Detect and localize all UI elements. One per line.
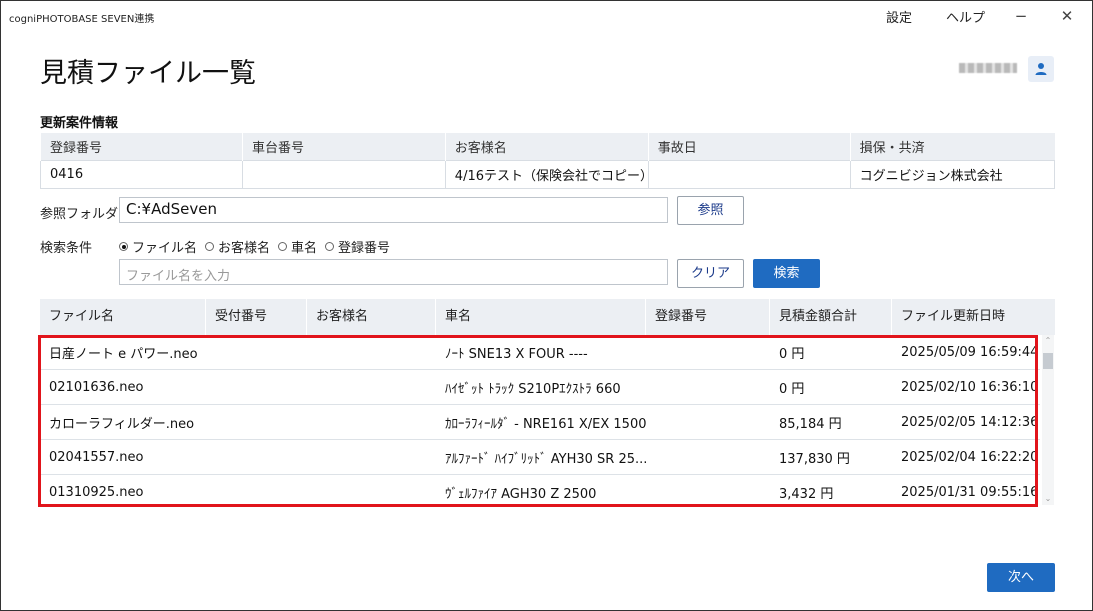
user-button[interactable] (1028, 56, 1054, 82)
case-info-value (647, 160, 851, 189)
grid-scrollbar[interactable]: ⌃ ⌄ (1042, 335, 1054, 505)
menu-settings[interactable]: 設定 (886, 7, 912, 26)
column-header-car-name[interactable]: 車名 (436, 299, 646, 335)
radio-label: お客様名 (218, 241, 271, 256)
search-input[interactable]: ファイル名を入力 (119, 259, 668, 285)
file-grid-body: 日産ノート e パワー.neo ﾉｰﾄ SNE13 X FOUR ---- 0 … (40, 335, 1040, 507)
column-header-registration-number[interactable]: 登録番号 (646, 299, 770, 335)
scroll-down-icon[interactable]: ⌄ (1042, 493, 1054, 505)
browse-button[interactable]: 参照 (677, 196, 744, 225)
radio-label: ファイル名 (132, 241, 198, 256)
folder-path-field[interactable]: C:¥AdSeven (119, 197, 668, 223)
radio-file-name[interactable]: ファイル名 (119, 237, 197, 256)
search-button[interactable]: 検索 (753, 259, 820, 288)
cell-estimate-total: 0 円 (779, 346, 805, 362)
cell-car-name: ｶﾛｰﾗﾌｨｰﾙﾀﾞ - NRE161 X/EX 1500 (445, 416, 646, 432)
table-row[interactable]: 01310925.neo ｳﾞｪﾙﾌｧｲｱ AGH30 Z 2500 3,432… (40, 475, 1040, 507)
search-condition-label: 検索条件 (40, 241, 93, 256)
radio-unchecked-icon (325, 242, 335, 251)
radio-label: 車名 (291, 241, 318, 256)
cell-estimate-total: 85,184 円 (779, 416, 842, 432)
column-header-file-name[interactable]: ファイル名 (40, 299, 206, 335)
radio-registration-number[interactable]: 登録番号 (325, 237, 390, 256)
case-info-header-row: 登録番号 車台番号 お客様名 事故日 損保・共済 (40, 133, 1055, 161)
case-info-value: 4/16テスト（保険会社でコピー） (444, 160, 653, 189)
cell-estimate-total: 3,432 円 (779, 486, 834, 502)
cell-file-name: 02041557.neo (49, 449, 144, 465)
user-name: ■■■■ (959, 63, 1017, 73)
cell-car-name: ﾉｰﾄ SNE13 X FOUR ---- (445, 346, 588, 362)
cell-updated-at: 2025/01/31 09:55:16 (901, 484, 1039, 500)
case-info-header: 損保・共済 (849, 133, 1055, 161)
table-row[interactable]: 日産ノート e パワー.neo ﾉｰﾄ SNE13 X FOUR ---- 0 … (40, 335, 1040, 370)
column-header-updated-at[interactable]: ファイル更新日時 (892, 299, 1055, 335)
user-icon (1035, 63, 1047, 75)
scroll-up-icon[interactable]: ⌃ (1042, 335, 1054, 347)
app-window: cogniPHOTOBASE SEVEN連携 設定 ヘルプ − ✕ 見積ファイル… (0, 0, 1093, 611)
cell-car-name: ｳﾞｪﾙﾌｧｲｱ AGH30 Z 2500 (445, 486, 597, 502)
cell-updated-at: 2025/02/10 16:36:10 (901, 379, 1039, 395)
case-info-value (241, 160, 446, 189)
cell-updated-at: 2025/02/04 16:22:20 (901, 449, 1039, 465)
radio-label: 登録番号 (338, 241, 391, 256)
next-button[interactable]: 次へ (987, 563, 1055, 592)
cell-file-name: 日産ノート e パワー.neo (49, 346, 198, 362)
menu-help[interactable]: ヘルプ (946, 7, 985, 26)
column-header-reception-number[interactable]: 受付番号 (206, 299, 307, 335)
case-info-title: 更新案件情報 (40, 116, 119, 131)
cell-car-name: ﾊｲｾﾞｯﾄ ﾄﾗｯｸ S210Pｴｸｽﾄﾗ 660 (445, 381, 621, 397)
cell-file-name: カローラフィルダー.neo (49, 416, 195, 432)
radio-unchecked-icon (205, 242, 215, 251)
cell-car-name: ｱﾙﾌｧｰﾄﾞ ﾊｲﾌﾞﾘｯﾄﾞ AYH30 SR 25... (445, 451, 646, 467)
folder-label: 参照フォルダ (40, 207, 119, 222)
minimize-button[interactable]: − (1009, 5, 1033, 27)
close-button[interactable]: ✕ (1055, 5, 1079, 27)
cell-updated-at: 2025/02/05 14:12:36 (901, 414, 1039, 430)
search-condition-radios: ファイル名 お客様名 車名 登録番号 (119, 237, 398, 256)
table-row[interactable]: 02041557.neo ｱﾙﾌｧｰﾄﾞ ﾊｲﾌﾞﾘｯﾄﾞ AYH30 SR 2… (40, 440, 1040, 475)
case-info-header: お客様名 (444, 133, 649, 161)
app-title: cogniPHOTOBASE SEVEN連携 (9, 14, 155, 25)
case-info-value: コグニビジョン株式会社 (849, 160, 1056, 189)
table-row[interactable]: 02101636.neo ﾊｲｾﾞｯﾄ ﾄﾗｯｸ S210Pｴｸｽﾄﾗ 660 … (40, 370, 1040, 405)
case-info-table: 登録番号 車台番号 お客様名 事故日 損保・共済 0416 4/16テスト（保険… (40, 133, 1056, 189)
clear-button[interactable]: クリア (677, 259, 744, 288)
radio-checked-icon (119, 242, 128, 251)
case-info-header: 車台番号 (241, 133, 446, 161)
page-title: 見積ファイル一覧 (40, 58, 256, 89)
table-row[interactable]: カローラフィルダー.neo ｶﾛｰﾗﾌｨｰﾙﾀﾞ - NRE161 X/EX 1… (40, 405, 1040, 440)
title-bar: cogniPHOTOBASE SEVEN連携 設定 ヘルプ − ✕ (1, 1, 1092, 31)
column-header-customer-name[interactable]: お客様名 (307, 299, 436, 335)
cell-file-name: 01310925.neo (49, 484, 144, 500)
cell-file-name: 02101636.neo (49, 379, 144, 395)
case-info-header: 事故日 (647, 133, 851, 161)
cell-updated-at: 2025/05/09 16:59:44 (901, 344, 1039, 360)
case-info-header: 登録番号 (40, 133, 243, 161)
scroll-thumb[interactable] (1043, 353, 1053, 369)
case-info-value-row: 0416 4/16テスト（保険会社でコピー） コグニビジョン株式会社 (40, 160, 1056, 189)
radio-customer-name[interactable]: お客様名 (205, 237, 270, 256)
radio-unchecked-icon (278, 242, 288, 251)
file-grid-header: ファイル名 受付番号 お客様名 車名 登録番号 見積金額合計 ファイル更新日時 (40, 299, 1055, 335)
case-info-value: 0416 (40, 160, 243, 189)
cell-estimate-total: 137,830 円 (779, 451, 850, 467)
column-header-estimate-total[interactable]: 見積金額合計 (770, 299, 892, 335)
cell-estimate-total: 0 円 (779, 381, 805, 397)
radio-car-name[interactable]: 車名 (278, 237, 317, 256)
